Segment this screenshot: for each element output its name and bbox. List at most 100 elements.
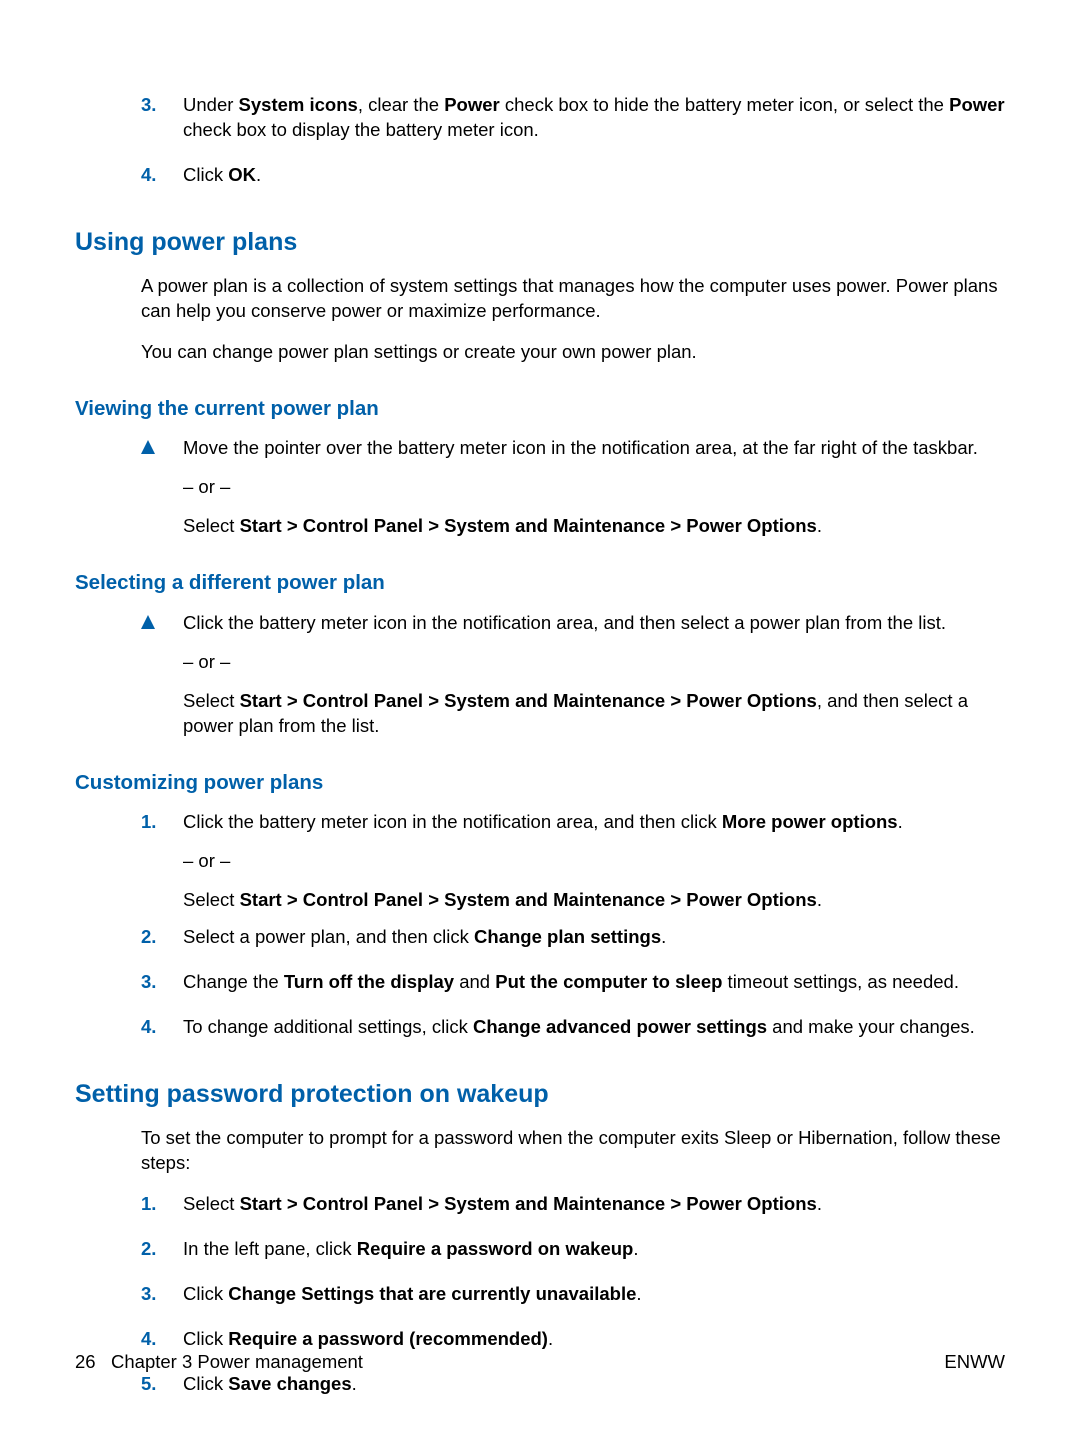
text: check box to display the battery meter i… — [183, 119, 539, 140]
text: . — [633, 1238, 638, 1259]
step-4: 4. To change additional settings, click … — [141, 1015, 1005, 1040]
bold-text: Start > Control Panel > System and Maint… — [240, 515, 817, 536]
step-number: 4. — [141, 163, 183, 188]
paragraph: A power plan is a collection of system s… — [141, 274, 1005, 324]
page-footer: 26 Chapter 3 Power management ENWW — [75, 1350, 1005, 1375]
text: . — [636, 1283, 641, 1304]
chapter-label: Chapter 3 Power management — [111, 1351, 363, 1372]
paragraph: You can change power plan settings or cr… — [141, 340, 1005, 365]
text-line: Click the battery meter icon in the noti… — [183, 810, 1005, 835]
text: . — [548, 1328, 553, 1349]
text: To change additional settings, click — [183, 1016, 473, 1037]
text: Click the battery meter icon in the noti… — [183, 611, 1005, 636]
bold-text: Require a password (recommended) — [228, 1328, 548, 1349]
text: Select — [183, 515, 240, 536]
step-body: Click Require a password (recommended). — [183, 1327, 1005, 1352]
password-intro-block: To set the computer to prompt for a pass… — [141, 1126, 1005, 1176]
bold-text: System icons — [239, 94, 358, 115]
step-4: 4. Click Require a password (recommended… — [141, 1327, 1005, 1352]
triangle-icon — [141, 436, 183, 539]
text: timeout settings, as needed. — [722, 971, 959, 992]
text: Select — [183, 690, 240, 711]
step-body: Move the pointer over the battery meter … — [183, 436, 1005, 539]
heading-using-power-plans: Using power plans — [75, 226, 1005, 260]
step-number: 3. — [141, 970, 183, 995]
step-4: 4. Click OK. — [141, 163, 1005, 188]
text: . — [352, 1373, 357, 1394]
step-5: 5. Click Save changes. — [141, 1372, 1005, 1397]
triangle-step: Click the battery meter icon in the noti… — [141, 611, 1005, 739]
bold-text: Start > Control Panel > System and Maint… — [240, 1193, 817, 1214]
text: Click the battery meter icon in the noti… — [183, 811, 722, 832]
footer-right: ENWW — [944, 1350, 1005, 1375]
bold-text: OK — [228, 164, 256, 185]
or-separator: – or – — [183, 849, 1005, 874]
bold-text: Start > Control Panel > System and Maint… — [240, 889, 817, 910]
step-body: Click Change Settings that are currently… — [183, 1282, 1005, 1307]
viewing-steps: Move the pointer over the battery meter … — [141, 436, 1005, 539]
step-1: 1. Select Start > Control Panel > System… — [141, 1192, 1005, 1217]
heading-setting-password-protection: Setting password protection on wakeup — [75, 1078, 1005, 1112]
text-line: Select Start > Control Panel > System an… — [183, 514, 1005, 539]
step-body: To change additional settings, click Cha… — [183, 1015, 1005, 1040]
text: In the left pane, click — [183, 1238, 357, 1259]
step-2: 2. Select a power plan, and then click C… — [141, 925, 1005, 950]
using-body: A power plan is a collection of system s… — [141, 274, 1005, 365]
bold-text: Power — [444, 94, 500, 115]
text: Click — [183, 164, 228, 185]
bold-text: Change advanced power settings — [473, 1016, 767, 1037]
text: Select a power plan, and then click — [183, 926, 474, 947]
paragraph: To set the computer to prompt for a pass… — [141, 1126, 1005, 1176]
text: Click — [183, 1328, 228, 1349]
text: . — [817, 889, 822, 910]
text: Select — [183, 1193, 240, 1214]
text: and — [454, 971, 495, 992]
text: . — [817, 515, 822, 536]
text: . — [661, 926, 666, 947]
heading-customizing-power-plans: Customizing power plans — [75, 769, 1005, 797]
bold-text: Change plan settings — [474, 926, 661, 947]
step-number: 1. — [141, 810, 183, 913]
bold-text: Save changes — [228, 1373, 351, 1394]
text-line: Select Start > Control Panel > System an… — [183, 888, 1005, 913]
step-number: 5. — [141, 1372, 183, 1397]
document-page: 3. Under System icons, clear the Power c… — [0, 0, 1080, 1437]
text: . — [898, 811, 903, 832]
intro-step-list: 3. Under System icons, clear the Power c… — [141, 93, 1005, 188]
or-separator: – or – — [183, 475, 1005, 500]
step-body: Click the battery meter icon in the noti… — [183, 810, 1005, 913]
step-number: 4. — [141, 1327, 183, 1352]
step-body: Change the Turn off the display and Put … — [183, 970, 1005, 995]
text: Under — [183, 94, 239, 115]
bold-text: Power — [949, 94, 1005, 115]
step-body: Click OK. — [183, 163, 1005, 188]
step-number: 4. — [141, 1015, 183, 1040]
step-body: Select a power plan, and then click Chan… — [183, 925, 1005, 950]
step-body: In the left pane, click Require a passwo… — [183, 1237, 1005, 1262]
text: . — [817, 1193, 822, 1214]
customizing-step-list: 1. Click the battery meter icon in the n… — [141, 810, 1005, 1040]
heading-viewing-current-plan: Viewing the current power plan — [75, 395, 1005, 423]
step-body: Under System icons, clear the Power chec… — [183, 93, 1005, 143]
bold-text: More power options — [722, 811, 898, 832]
step-number: 2. — [141, 1237, 183, 1262]
step-number: 2. — [141, 925, 183, 950]
footer-left: 26 Chapter 3 Power management — [75, 1350, 363, 1375]
text: check box to hide the battery meter icon… — [500, 94, 949, 115]
page-number: 26 — [75, 1351, 96, 1372]
step-number: 1. — [141, 1192, 183, 1217]
selecting-steps: Click the battery meter icon in the noti… — [141, 611, 1005, 739]
step-number: 3. — [141, 93, 183, 143]
step-1: 1. Click the battery meter icon in the n… — [141, 810, 1005, 913]
text: Move the pointer over the battery meter … — [183, 436, 1005, 461]
step-3: 3. Change the Turn off the display and P… — [141, 970, 1005, 995]
step-body: Select Start > Control Panel > System an… — [183, 1192, 1005, 1217]
triangle-icon — [141, 611, 183, 739]
step-3: 3. Click Change Settings that are curren… — [141, 1282, 1005, 1307]
text: , clear the — [358, 94, 444, 115]
triangle-step: Move the pointer over the battery meter … — [141, 436, 1005, 539]
bold-text: Start > Control Panel > System and Maint… — [240, 690, 817, 711]
step-3: 3. Under System icons, clear the Power c… — [141, 93, 1005, 143]
bold-text: Require a password on wakeup — [357, 1238, 634, 1259]
step-2: 2. In the left pane, click Require a pas… — [141, 1237, 1005, 1262]
